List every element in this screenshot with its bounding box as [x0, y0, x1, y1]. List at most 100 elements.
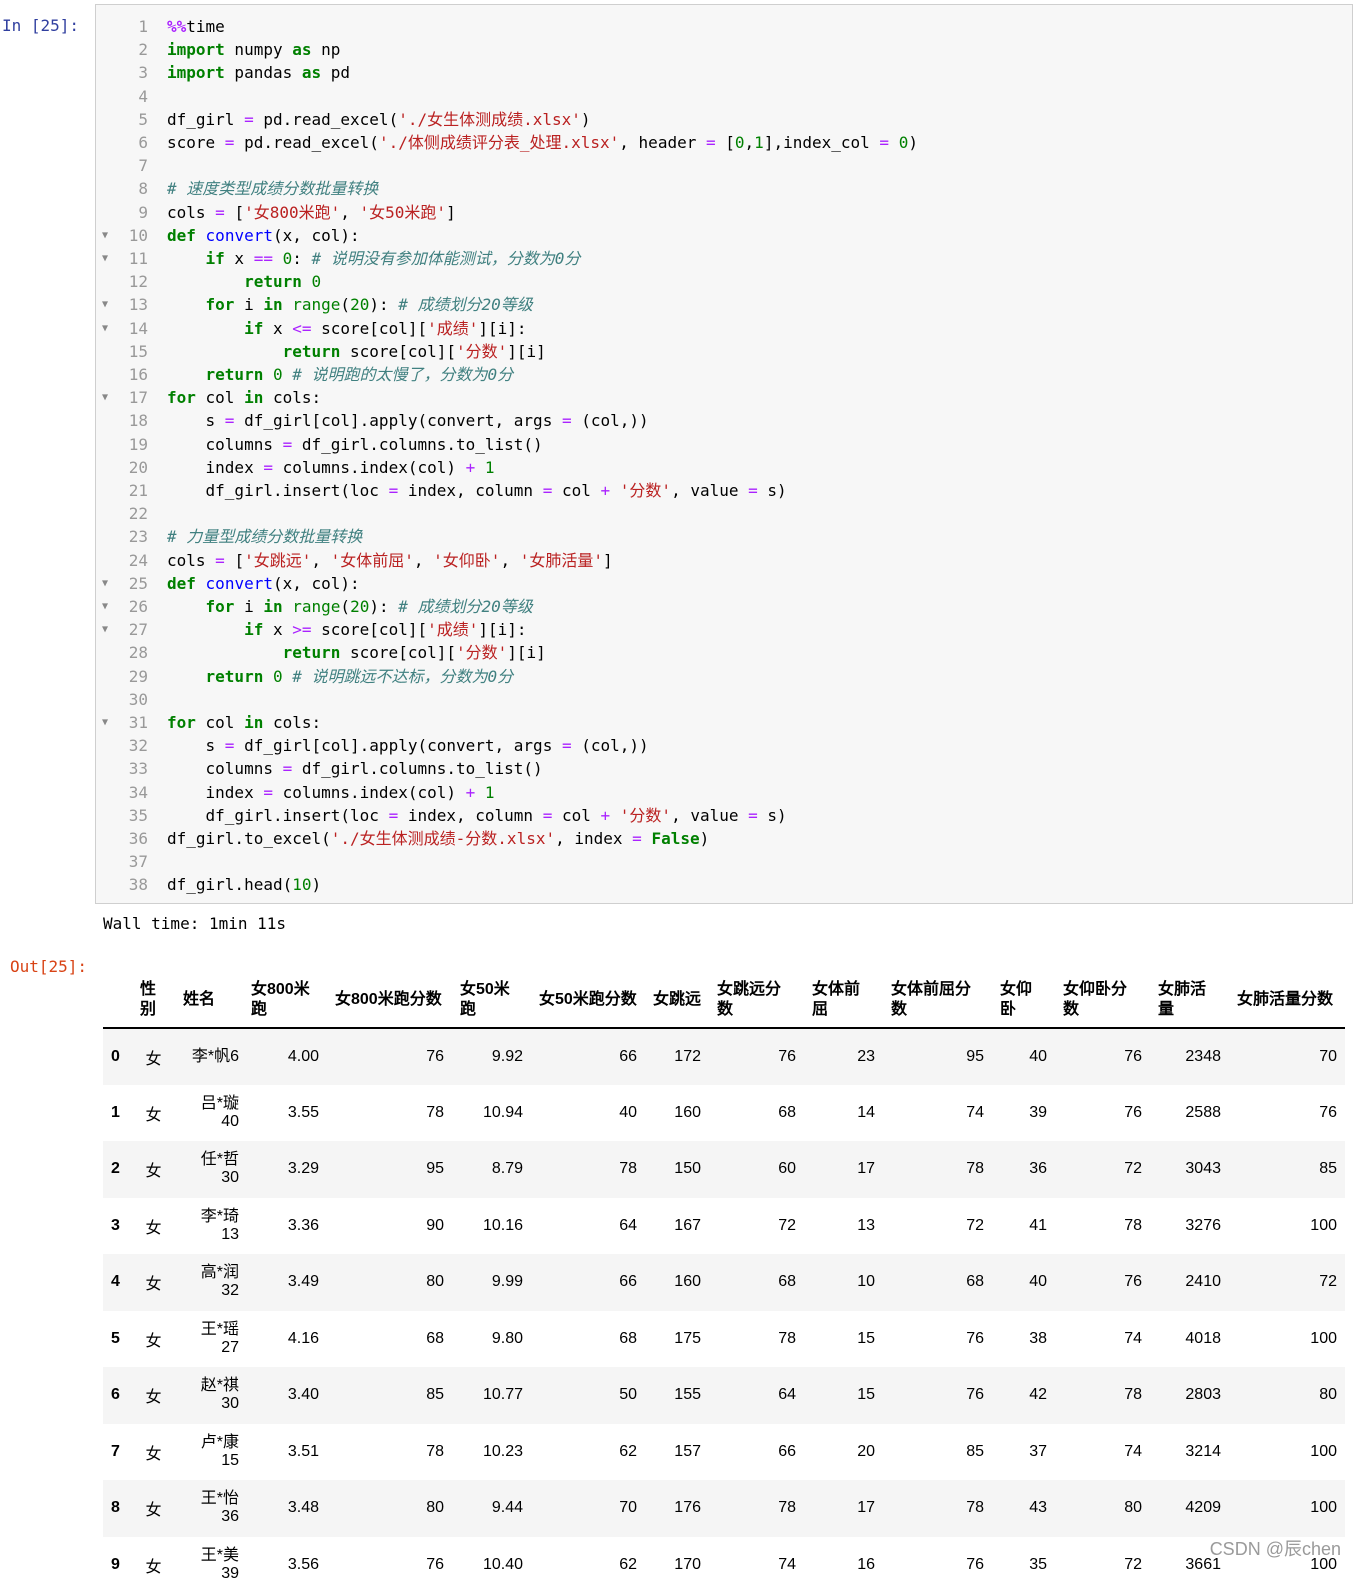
code-line[interactable]: ▼10def convert(x, col): — [96, 224, 1352, 247]
code-token: = — [706, 133, 716, 152]
code-cell[interactable]: 1%%time2import numpy as np3import pandas… — [95, 4, 1353, 904]
table-cell: 76 — [1055, 1254, 1150, 1311]
code-token: s) — [758, 806, 787, 825]
fold-arrow-icon[interactable]: ▼ — [102, 317, 112, 340]
table-cell: 175 — [645, 1311, 709, 1368]
code-text: %%time — [167, 15, 225, 38]
fold-arrow-icon[interactable]: ▼ — [102, 572, 112, 595]
code-token: 1 — [485, 458, 495, 477]
line-number: 30 — [118, 688, 148, 711]
table-cell: 62 — [531, 1424, 645, 1481]
code-line[interactable]: 32 s = df_girl[col].apply(convert, args … — [96, 734, 1352, 757]
table-cell: 68 — [709, 1254, 804, 1311]
column-header: 女跳远分数 — [709, 972, 804, 1028]
code-line[interactable]: 8# 速度类型成绩分数批量转换 — [96, 177, 1352, 200]
code-line[interactable]: ▼14 if x <= score[col]['成绩'][i]: — [96, 317, 1352, 340]
code-line[interactable]: 34 index = columns.index(col) + 1 — [96, 781, 1352, 804]
fold-arrow-icon[interactable]: ▼ — [102, 247, 112, 270]
code-line[interactable]: 6score = pd.read_excel('./体侧成绩评分表_处理.xls… — [96, 131, 1352, 154]
code-line[interactable]: 37 — [96, 850, 1352, 873]
dataframe-table: 性别姓名女800米跑女800米跑分数女50米跑女50米跑分数女跳远女跳远分数女体… — [103, 972, 1345, 1593]
code-line[interactable]: 12 return 0 — [96, 270, 1352, 293]
code-line[interactable]: 29 return 0 # 说明跳远不达标，分数为0分 — [96, 665, 1352, 688]
code-line[interactable]: 19 columns = df_girl.columns.to_list() — [96, 433, 1352, 456]
table-cell: 女 — [132, 1141, 175, 1198]
table-cell: 50 — [531, 1367, 645, 1424]
code-token: return — [244, 272, 302, 291]
fold-arrow-icon[interactable]: ▼ — [102, 386, 112, 409]
code-token: def — [167, 226, 196, 245]
code-line[interactable]: 16 return 0 # 说明跑的太慢了，分数为0分 — [96, 363, 1352, 386]
code-line[interactable]: ▼13 for i in range(20): # 成绩划分20等级 — [96, 293, 1352, 316]
code-token: import — [167, 40, 225, 59]
code-line[interactable]: 9cols = ['女800米跑', '女50米跑'] — [96, 201, 1352, 224]
fold-arrow-icon[interactable]: ▼ — [102, 711, 112, 734]
code-token: s — [167, 736, 225, 755]
code-text: cols = ['女800米跑', '女50米跑'] — [167, 201, 456, 224]
code-line[interactable]: 15 return score[col]['分数'][i] — [96, 340, 1352, 363]
code-token: # 说明跑的太慢了，分数为0分 — [292, 365, 513, 384]
table-cell: 100 — [1229, 1424, 1345, 1481]
code-line[interactable]: 28 return score[col]['分数'][i] — [96, 641, 1352, 664]
row-index: 9 — [103, 1537, 132, 1593]
table-row: 4女高*润323.49809.99661606810684076241072 — [103, 1254, 1345, 1311]
table-cell: 78 — [709, 1480, 804, 1537]
code-line[interactable]: 5df_girl = pd.read_excel('./女生体测成绩.xlsx'… — [96, 108, 1352, 131]
line-number: 7 — [118, 154, 148, 177]
code-line[interactable]: 38df_girl.head(10) — [96, 873, 1352, 896]
table-cell: 37 — [992, 1424, 1055, 1481]
code-text: # 速度类型成绩分数批量转换 — [167, 177, 378, 200]
code-line[interactable]: ▼25def convert(x, col): — [96, 572, 1352, 595]
code-line[interactable]: 35 df_girl.insert(loc = index, column = … — [96, 804, 1352, 827]
code-line[interactable]: 3import pandas as pd — [96, 61, 1352, 84]
code-line[interactable]: 7 — [96, 154, 1352, 177]
fold-arrow-icon[interactable]: ▼ — [102, 595, 112, 618]
table-cell: 176 — [645, 1480, 709, 1537]
code-line[interactable]: ▼31for col in cols: — [96, 711, 1352, 734]
row-index: 6 — [103, 1367, 132, 1424]
fold-arrow-icon[interactable]: ▼ — [102, 293, 112, 316]
code-line[interactable]: 4 — [96, 85, 1352, 108]
code-line[interactable]: ▼26 for i in range(20): # 成绩划分20等级 — [96, 595, 1352, 618]
code-line[interactable]: 23# 力量型成绩分数批量转换 — [96, 525, 1352, 548]
code-line[interactable]: 22 — [96, 502, 1352, 525]
code-line[interactable]: 24 cols = ['女跳远', '女体前屈', '女仰卧', '女肺活量'] — [96, 549, 1352, 572]
table-cell: 40 — [992, 1028, 1055, 1085]
table-cell: 66 — [531, 1028, 645, 1085]
fold-arrow-icon[interactable]: ▼ — [102, 224, 112, 247]
code-line[interactable]: 21 df_girl.insert(loc = index, column = … — [96, 479, 1352, 502]
code-token — [167, 643, 283, 662]
line-number: 6 — [118, 131, 148, 154]
code-line[interactable]: 20 index = columns.index(col) + 1 — [96, 456, 1352, 479]
code-token: cols — [167, 551, 215, 570]
table-cell: 3.55 — [243, 1085, 327, 1142]
code-line[interactable]: 18 s = df_girl[col].apply(convert, args … — [96, 409, 1352, 432]
code-text: cols = ['女跳远', '女体前屈', '女仰卧', '女肺活量'] — [167, 549, 613, 572]
code-text: columns = df_girl.columns.to_list() — [167, 433, 543, 456]
line-number: 36 — [118, 827, 148, 850]
code-token: x — [225, 249, 254, 268]
code-token: , — [414, 551, 433, 570]
fold-arrow-icon[interactable]: ▼ — [102, 618, 112, 641]
table-cell: 女 — [132, 1254, 175, 1311]
code-line[interactable]: 1%%time — [96, 15, 1352, 38]
code-token: in — [244, 713, 263, 732]
table-cell: 68 — [709, 1085, 804, 1142]
code-token: # 成绩划分20等级 — [398, 295, 533, 314]
line-number: 13 — [118, 293, 148, 316]
code-token: '女体前屈' — [331, 551, 414, 570]
line-number: 24 — [118, 549, 148, 572]
table-cell: 9.80 — [452, 1311, 531, 1368]
input-prompt: In [25]: — [2, 16, 79, 35]
code-text: import numpy as np — [167, 38, 340, 61]
table-cell: 76 — [883, 1311, 992, 1368]
code-line[interactable]: ▼17for col in cols: — [96, 386, 1352, 409]
code-line[interactable]: 33 columns = df_girl.columns.to_list() — [96, 757, 1352, 780]
line-number: 21 — [118, 479, 148, 502]
line-number: 3 — [118, 61, 148, 84]
code-line[interactable]: 36df_girl.to_excel('./女生体测成绩-分数.xlsx', i… — [96, 827, 1352, 850]
code-line[interactable]: 30 — [96, 688, 1352, 711]
code-line[interactable]: ▼27 if x >= score[col]['成绩'][i]: — [96, 618, 1352, 641]
code-line[interactable]: 2import numpy as np — [96, 38, 1352, 61]
code-line[interactable]: ▼11 if x == 0: # 说明没有参加体能测试，分数为0分 — [96, 247, 1352, 270]
